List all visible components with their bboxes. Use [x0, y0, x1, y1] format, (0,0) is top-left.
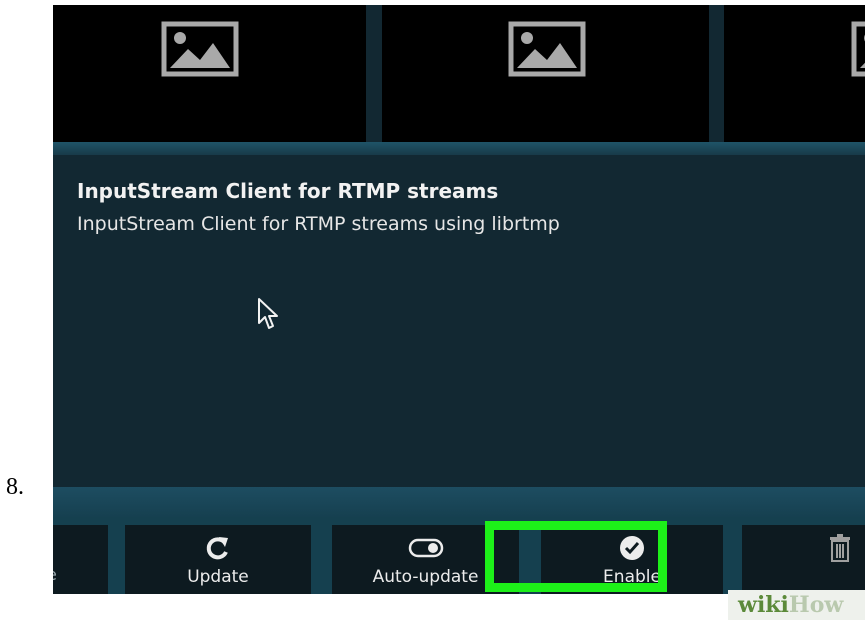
image-placeholder-icon	[851, 21, 865, 77]
wikihow-logo-wiki: wiki	[738, 592, 789, 618]
refresh-icon	[205, 535, 231, 561]
divider	[53, 487, 865, 517]
screenshot-thumbnail-1[interactable]	[53, 5, 366, 142]
update-button[interactable]: Update	[125, 525, 311, 594]
addon-info-panel: InputStream Client for RTMP streams Inpu…	[53, 155, 865, 485]
mouse-cursor-icon	[258, 298, 278, 329]
addon-description: InputStream Client for RTMP streams usin…	[77, 213, 560, 235]
enable-button-highlight	[485, 521, 667, 592]
image-placeholder-icon	[161, 21, 239, 77]
update-button-label: Update	[187, 567, 249, 587]
screenshot-thumbnail-2[interactable]	[382, 5, 709, 142]
toggle-icon	[408, 535, 444, 561]
step-number: 8.	[6, 474, 24, 500]
wikihow-watermark: wiki How	[728, 590, 865, 620]
partial-button[interactable]: e	[53, 525, 108, 594]
uninstall-button[interactable]	[742, 525, 865, 594]
image-placeholder-icon	[508, 21, 586, 77]
addon-title: InputStream Client for RTMP streams	[77, 179, 499, 203]
auto-update-button-label: Auto-update	[372, 567, 479, 587]
wikihow-logo-how: How	[788, 592, 844, 618]
trash-icon	[829, 534, 851, 562]
screenshot-thumbnail-3[interactable]	[724, 5, 865, 142]
partial-button-label: e	[53, 565, 57, 584]
kodi-addon-screen: InputStream Client for RTMP streams Inpu…	[53, 5, 865, 594]
action-button-bar: e Update Auto-update	[53, 517, 865, 594]
